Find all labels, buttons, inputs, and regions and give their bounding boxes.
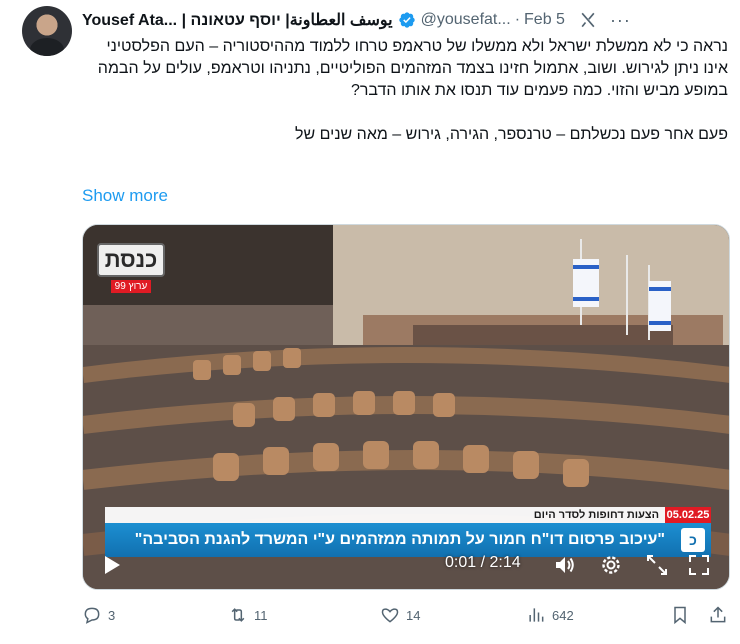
like-button[interactable]: 14 <box>380 605 420 625</box>
author-name[interactable]: Yousef Ata... | يوسف العطاونة| יוסף עטאו… <box>82 10 393 30</box>
like-count: 14 <box>406 607 421 623</box>
bookmark-icon <box>674 606 686 625</box>
channel-logo-text: כנסת <box>97 243 165 277</box>
video-time: 0:01 / 2:14 <box>445 554 521 571</box>
views-button[interactable]: 642 <box>526 605 574 625</box>
video-controls: 0:01 / 2:14 <box>83 541 729 589</box>
author-avatar[interactable] <box>22 6 72 56</box>
show-more-link[interactable]: Show more <box>82 186 168 206</box>
tweet-paragraph-1: נראה כי לא ממשלת ישראל ולא ממשלו של טראמ… <box>97 38 728 99</box>
tweet-header: Yousef Ata... | يوسف العطاونة| יוסף עטאו… <box>82 8 724 32</box>
verified-badge-icon <box>398 12 415 28</box>
reply-count: 3 <box>108 607 116 623</box>
tweet-text: נראה כי לא ממשלת ישראל ולא ממשלו של טראמ… <box>82 36 728 146</box>
topic-tag: הצעות דחופות לסדר היום <box>105 507 665 523</box>
separator-dot: · <box>514 11 521 28</box>
tweet-date[interactable]: Feb 5 <box>524 11 565 29</box>
channel-logo: כנסת ערוץ 99 <box>97 243 165 293</box>
lower-third-strip: הצעות דחופות לסדר היום 05.02.25 <box>105 507 711 523</box>
bookmark-button[interactable] <box>670 605 690 625</box>
tweet-paragraph-2: פעם אחר פעם נכשלתם – טרנספר, הגירה, גירו… <box>295 126 728 143</box>
minimize-icon[interactable] <box>645 553 669 577</box>
repost-button[interactable]: 11 <box>228 605 268 625</box>
more-options-icon[interactable]: ··· <box>610 10 631 31</box>
grok-icon[interactable] <box>578 10 598 30</box>
views-count: 642 <box>552 607 574 623</box>
like-icon <box>381 608 399 623</box>
repost-icon <box>231 608 245 622</box>
reply-button[interactable]: 3 <box>82 605 115 625</box>
tweet-actions: 3 11 14 642 <box>82 605 730 629</box>
date-tag: 05.02.25 <box>665 507 711 523</box>
video-player[interactable]: כנסת ערוץ 99 הצעות דחופות לסדר היום 05.0… <box>82 224 730 590</box>
author-handle[interactable]: @yousefat... <box>421 11 511 29</box>
volume-icon[interactable] <box>553 553 577 577</box>
channel-number: ערוץ 99 <box>111 280 151 293</box>
reply-icon <box>84 607 100 624</box>
repost-count: 11 <box>254 607 268 623</box>
share-button[interactable] <box>708 605 728 625</box>
views-icon <box>529 608 544 622</box>
settings-icon[interactable] <box>599 553 623 577</box>
play-icon[interactable] <box>99 553 123 577</box>
share-icon <box>710 606 726 623</box>
fullscreen-icon[interactable] <box>687 553 711 577</box>
